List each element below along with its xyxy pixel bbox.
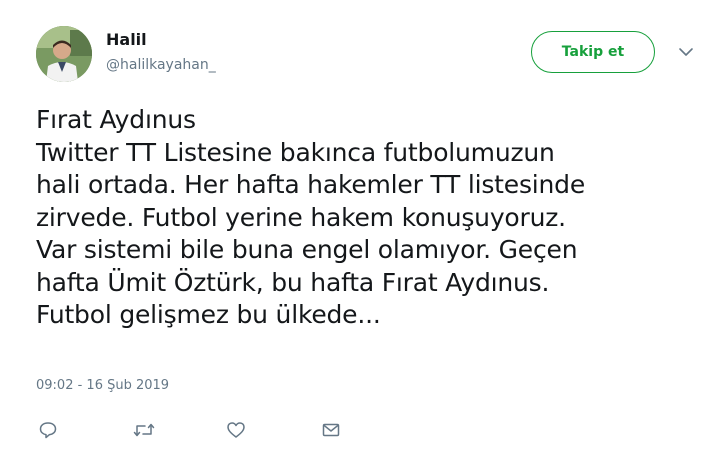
tweet-card: Halil @halilkayahan_ Takip et Fırat Aydı…	[0, 0, 728, 471]
display-name[interactable]: Halil	[106, 30, 147, 49]
follow-button[interactable]: Takip et	[531, 31, 655, 73]
tweet-text-line: Fırat Aydınus	[36, 105, 196, 134]
timestamp[interactable]: 09:02 - 16 Şub 2019	[36, 378, 169, 393]
avatar-photo	[36, 26, 92, 82]
avatar[interactable]	[36, 26, 92, 82]
reply-icon[interactable]	[36, 418, 60, 442]
tweet-text-line: Futbol gelişmez bu ülkede...	[36, 300, 381, 329]
username[interactable]: @halilkayahan_	[106, 57, 216, 73]
tweet-text-line: Twitter TT Listesine bakınca futbolumuzu…	[36, 137, 555, 167]
tweet-text-line: zirvede. Futbol yerine hakem konuşuyoruz…	[36, 202, 566, 232]
tweet-text-line: hali ortada. Her hafta hakemler TT liste…	[36, 170, 586, 199]
retweet-icon[interactable]	[132, 418, 156, 442]
tweet-actions	[36, 418, 366, 442]
chevron-down-icon[interactable]	[677, 44, 695, 58]
envelope-icon[interactable]	[319, 418, 343, 442]
tweet-text-line: hafta Ümit Öztürk, bu hafta Fırat Aydınu…	[36, 267, 550, 297]
heart-icon[interactable]	[224, 418, 248, 442]
tweet-text: Fırat Aydınus Twitter TT Listesine bakın…	[36, 104, 706, 332]
tweet-text-line: Var sistemi bile buna engel olamıyor. Ge…	[36, 235, 578, 264]
